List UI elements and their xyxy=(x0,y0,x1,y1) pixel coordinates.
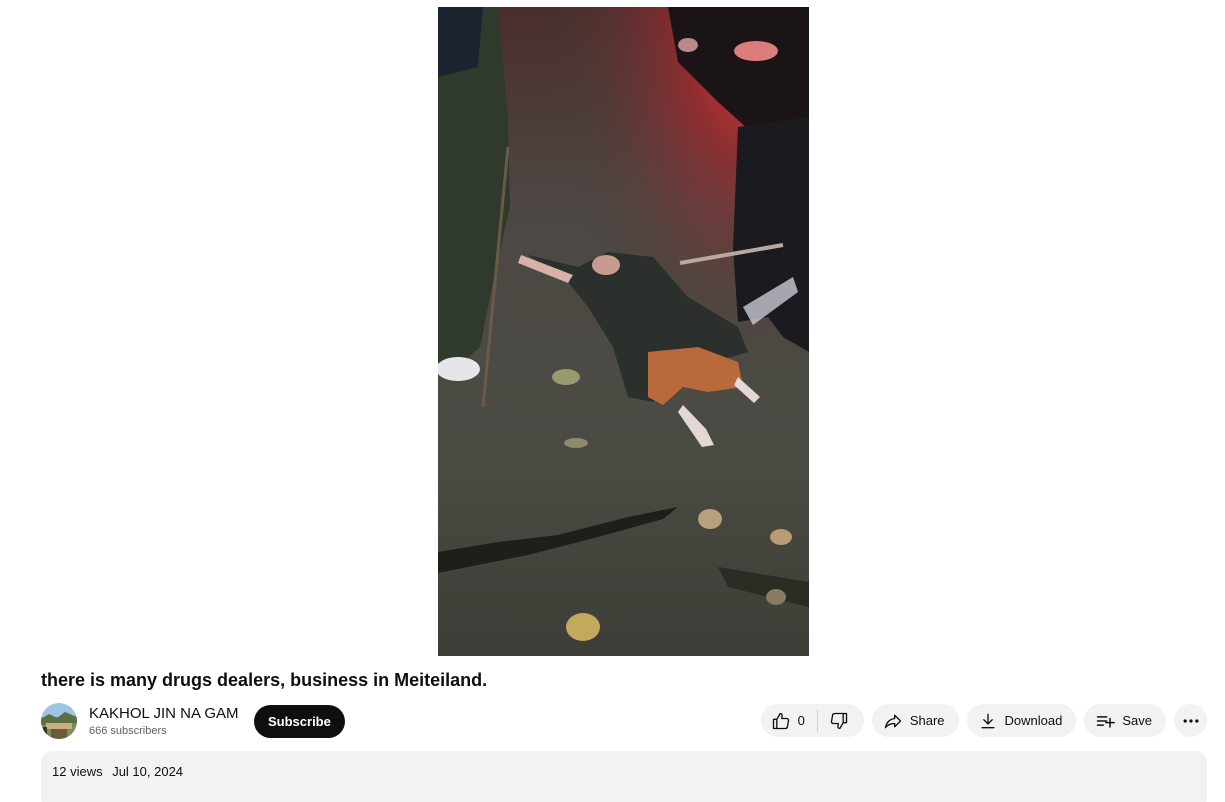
subscriber-count: 666 subscribers xyxy=(89,724,167,737)
like-count: 0 xyxy=(797,713,805,728)
download-icon xyxy=(977,710,999,732)
more-actions-button[interactable] xyxy=(1174,704,1207,737)
thumbs-down-icon xyxy=(828,710,850,732)
watch-page: there is many drugs dealers, business in… xyxy=(0,0,1225,802)
channel-name[interactable]: KAKHOL JIN NA GAM xyxy=(89,704,243,724)
video-actions: 0 Share Download Save xyxy=(760,704,1207,737)
subscribe-button[interactable]: Subscribe xyxy=(254,704,345,738)
channel-avatar-image xyxy=(41,703,77,739)
video-frame xyxy=(438,7,809,656)
share-label: Share xyxy=(909,713,945,728)
save-button[interactable]: Save xyxy=(1084,704,1166,737)
playlist-add-icon xyxy=(1094,710,1116,732)
video-title: there is many drugs dealers, business in… xyxy=(41,670,488,690)
channel-info: KAKHOL JIN NA GAM 666 subscribers xyxy=(89,704,243,739)
download-button[interactable]: Download xyxy=(966,704,1077,737)
dislike-button[interactable] xyxy=(818,704,864,737)
view-count: 12 views xyxy=(52,764,103,779)
video-player[interactable] xyxy=(438,7,809,656)
save-label: Save xyxy=(1122,713,1152,728)
download-label: Download xyxy=(1004,713,1063,728)
description-meta: 12 views Jul 10, 2024 xyxy=(52,763,183,781)
share-arrow-icon xyxy=(882,710,904,732)
more-horizontal-icon xyxy=(1180,710,1202,732)
thumbs-up-icon xyxy=(770,710,792,732)
owner-row: KAKHOL JIN NA GAM 666 subscribers Subscr… xyxy=(41,701,345,741)
channel-avatar[interactable] xyxy=(41,703,77,739)
upload-date: Jul 10, 2024 xyxy=(112,764,184,779)
like-dislike-group: 0 xyxy=(760,704,864,737)
description-box[interactable]: 12 views Jul 10, 2024 xyxy=(41,751,1207,802)
share-button[interactable]: Share xyxy=(871,704,959,737)
like-button[interactable]: 0 xyxy=(761,704,817,737)
